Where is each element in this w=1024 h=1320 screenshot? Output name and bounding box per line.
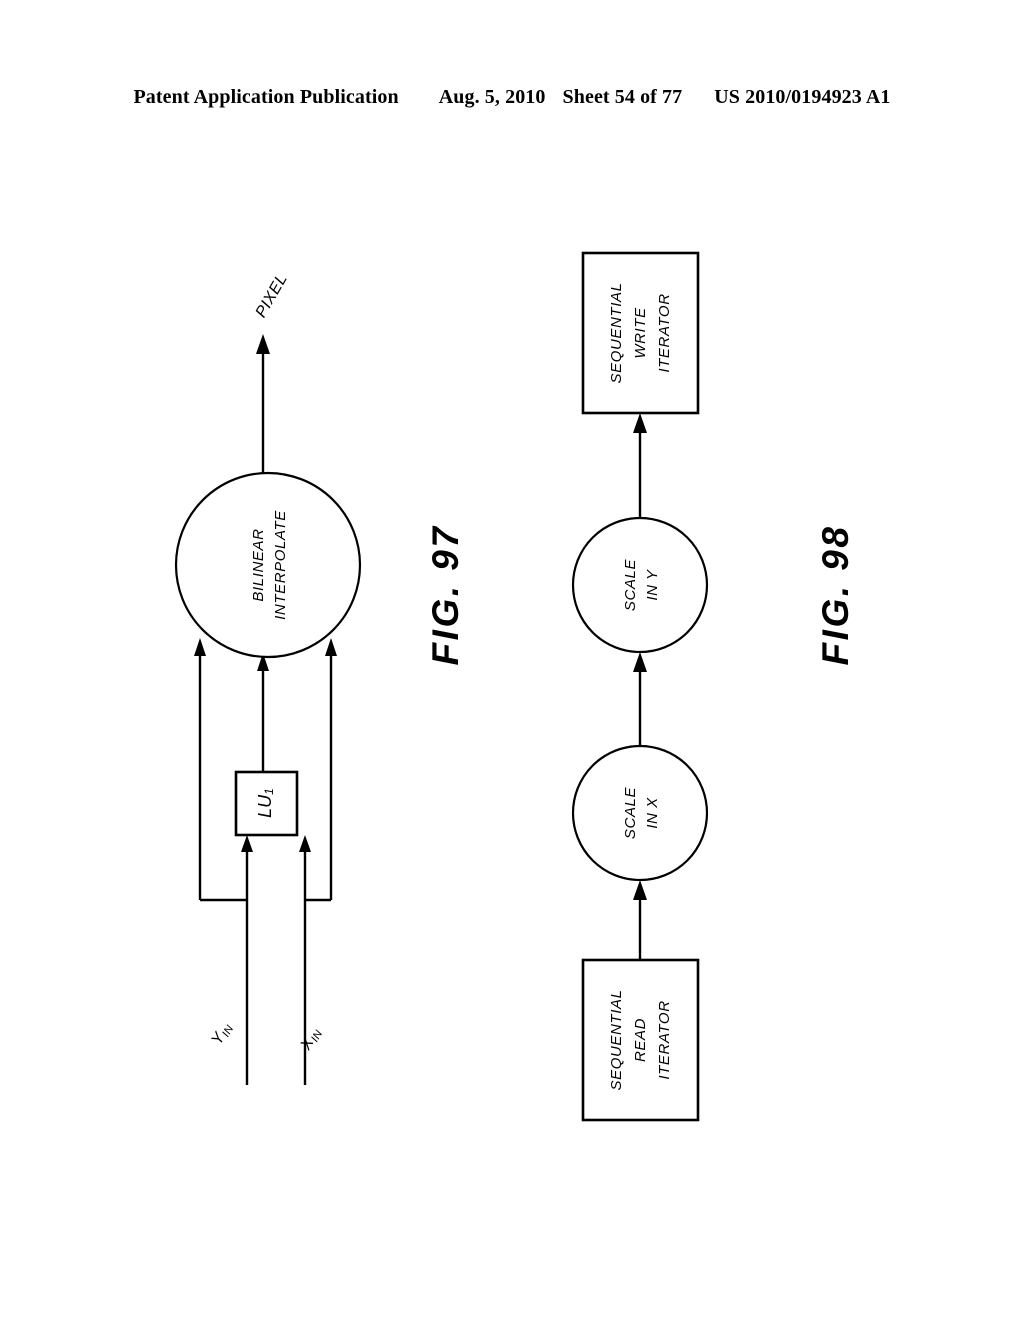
scale-in-x-label-line1: SCALE (622, 787, 639, 840)
figure-97-group: LU1 BILINEAR INTERPOLATE PIXEL YIN XIN F… (174, 271, 466, 1085)
pixel-label-group: PIXEL (253, 271, 291, 321)
patent-drawing-canvas: LU1 BILINEAR INTERPOLATE PIXEL YIN XIN F… (0, 0, 1024, 1320)
scale-x-to-scale-y-arrowhead (633, 652, 647, 672)
lookup-box-sub: 1 (262, 788, 276, 795)
y-in-to-lu-arrowhead (241, 835, 253, 852)
x-in-label-group: XIN (297, 1025, 325, 1055)
bilinear-interpolate-node[interactable] (174, 471, 362, 659)
y-in-branch-arrowhead (194, 638, 206, 656)
figure-97-caption: FIG. 97 (425, 525, 466, 666)
write-iterator-label-line3: ITERATOR (656, 293, 673, 372)
figure-98-caption-group: FIG. 98 (815, 525, 856, 666)
x-in-to-lu-arrowhead (299, 835, 311, 852)
svg-text:XIN: XIN (297, 1025, 325, 1055)
figure-98-group: SEQUENTIAL WRITE ITERATOR SCALE IN Y SCA… (571, 251, 856, 1122)
scale-in-x-label-line2: IN X (644, 797, 661, 829)
write-iterator-label-line1: SEQUENTIAL (608, 282, 625, 383)
scale-in-y-node[interactable] (571, 516, 709, 654)
lookup-box-label: LU (255, 794, 275, 818)
pixel-output-label: PIXEL (253, 271, 291, 321)
scale-in-x-node[interactable] (571, 744, 709, 882)
read-iterator-label-line2: READ (632, 1018, 649, 1062)
bilinear-label-line1: BILINEAR (250, 528, 267, 601)
read-iterator-to-scale-x-arrowhead (633, 880, 647, 900)
write-iterator-label-line2: WRITE (632, 307, 649, 359)
scale-y-to-write-iterator-arrowhead (633, 413, 647, 433)
x-in-branch-arrowhead (325, 638, 337, 656)
pixel-output-arrowhead (256, 334, 270, 354)
y-in-label-group: YIN (209, 1020, 237, 1049)
bilinear-label-line2: INTERPOLATE (272, 510, 289, 620)
scale-in-y-label-line2: IN Y (644, 569, 661, 601)
scale-in-y-label-line1: SCALE (622, 559, 639, 612)
svg-text:YIN: YIN (209, 1020, 237, 1049)
figure-97-caption-group: FIG. 97 (425, 525, 466, 666)
read-iterator-label-line3: ITERATOR (656, 1000, 673, 1079)
read-iterator-label-line1: SEQUENTIAL (608, 989, 625, 1090)
figure-98-caption: FIG. 98 (815, 525, 856, 666)
